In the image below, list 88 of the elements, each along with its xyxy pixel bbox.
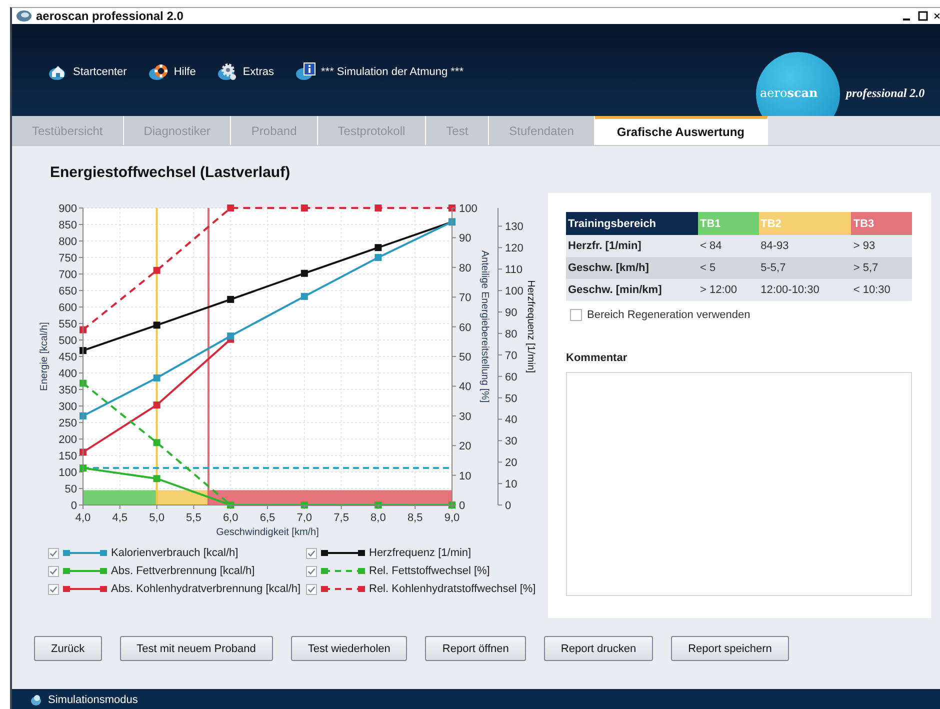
tick-label: 10 [459,470,472,482]
header-cell: TB2 [758,212,852,235]
table-cell: 84-93 [758,235,852,257]
legend-label: Herzfrequenz [1/min] [369,547,472,559]
tick-label: 120 [505,242,524,255]
tick-label: 70 [459,292,472,304]
tick-label: 90 [505,307,518,319]
tick-label: 110 [505,264,523,276]
table-cell: > 5,7 [851,257,912,279]
axis-title: Energie [kcal/h] [39,322,50,391]
table-cell: 12:00-10:30 [758,279,852,301]
status-text: Simulationsmodus [48,694,138,706]
table-cell: Geschw. [km/h] [566,257,698,279]
tick-label: 850 [58,220,77,232]
tick-label: 80 [505,328,518,340]
tick-label: 800 [58,236,77,248]
tick-label: 8,0 [370,512,386,524]
tick-label: 450 [58,352,77,364]
table-cell: > 12:00 [698,279,759,301]
window-title: aeroscan professional 2.0 [36,9,184,23]
tick-label: 7,0 [296,512,312,524]
table-cell: Herzfr. [1/min] [566,235,698,257]
tick-label: 20 [459,440,472,453]
tick-label: 100 [58,467,77,479]
tick-label: 100 [459,203,478,215]
tick-label: 50 [64,484,77,496]
tick-label: 250 [58,418,77,430]
tick-label: 20 [505,457,518,470]
tick-label: 130 [505,221,524,234]
tick-label: 70 [505,350,518,362]
page-title: Energiestoffwechsel (Lastverlauf) [50,164,292,181]
field-label: Kommentar [566,352,628,364]
tick-label: 90 [459,232,472,245]
tick-label: 30 [459,410,472,423]
tick-label: 6,0 [222,512,238,524]
legend-label: Abs. Kohlenhydratverbrennung [kcal/h] [111,583,301,595]
tick-label: 550 [58,318,77,330]
tick-label: 7,5 [334,512,349,524]
tick-label: 40 [505,414,518,426]
tick-label: 5,0 [149,512,164,524]
tick-label: 4,0 [75,512,91,524]
tick-label: 750 [58,252,77,264]
tick-label: 650 [58,286,77,298]
tick-label: 0 [459,500,466,512]
tick-label: 6,5 [260,512,276,524]
legend-label: Rel. Fettstoffwechsel [%] [369,565,490,577]
tick-label: 9,0 [444,512,460,524]
table-cell: < 5 [698,257,759,279]
tick-label: 4,5 [112,512,128,524]
header-cell: TB1 [698,212,759,235]
logo-edition: professional 2.0 [846,86,925,101]
legend-label: Abs. Fettverbrennung [kcal/h] [111,565,255,577]
tick-label: 50 [505,392,518,405]
table-cell: 5-5,7 [758,257,852,279]
tick-label: 350 [58,384,77,396]
checkbox-label: Bereich Regeneration verwenden [587,309,750,321]
tick-label: 30 [505,436,518,448]
tick-label: 0 [505,500,512,512]
tick-label: 700 [58,269,77,281]
tick-label: 5,5 [186,512,202,524]
axis-title: Anteilige Energiebereitstellung [%] [479,250,490,403]
tick-label: 0 [70,500,77,512]
tick-label: 500 [58,335,77,347]
tick-label: 100 [505,286,524,298]
tick-label: 600 [58,302,77,314]
tick-label: 300 [58,401,77,413]
tick-label: 900 [58,203,77,215]
tick-label: 150 [58,450,77,462]
axis-title: Herzfrequenz [1/min] [525,280,536,373]
legend-label: Rel. Kohlenhydratstoffwechsel [%] [369,583,536,595]
legend-label: Kalorienverbrauch [kcal/h] [111,547,238,559]
logo-text: aeroscan [760,86,818,100]
tick-label: 400 [58,368,77,380]
tick-label: 60 [505,371,518,384]
tick-label: 60 [459,322,472,334]
tick-label: 50 [459,352,472,364]
table-cell: > 93 [851,235,912,257]
tick-label: 80 [459,262,472,274]
tick-label: 8,5 [407,512,423,524]
table-cell: < 10:30 [851,279,912,301]
header-cell: Trainingsbereich [566,212,698,235]
header-cell: TB3 [851,212,912,235]
tick-label: 200 [58,434,77,446]
tick-label: 40 [459,381,472,394]
tick-label: 10 [505,478,518,491]
table-cell: < 84 [698,235,759,257]
axis-title: Geschwindigkeit [km/h] [216,527,319,538]
table-cell: Geschw. [min/km] [566,279,698,301]
